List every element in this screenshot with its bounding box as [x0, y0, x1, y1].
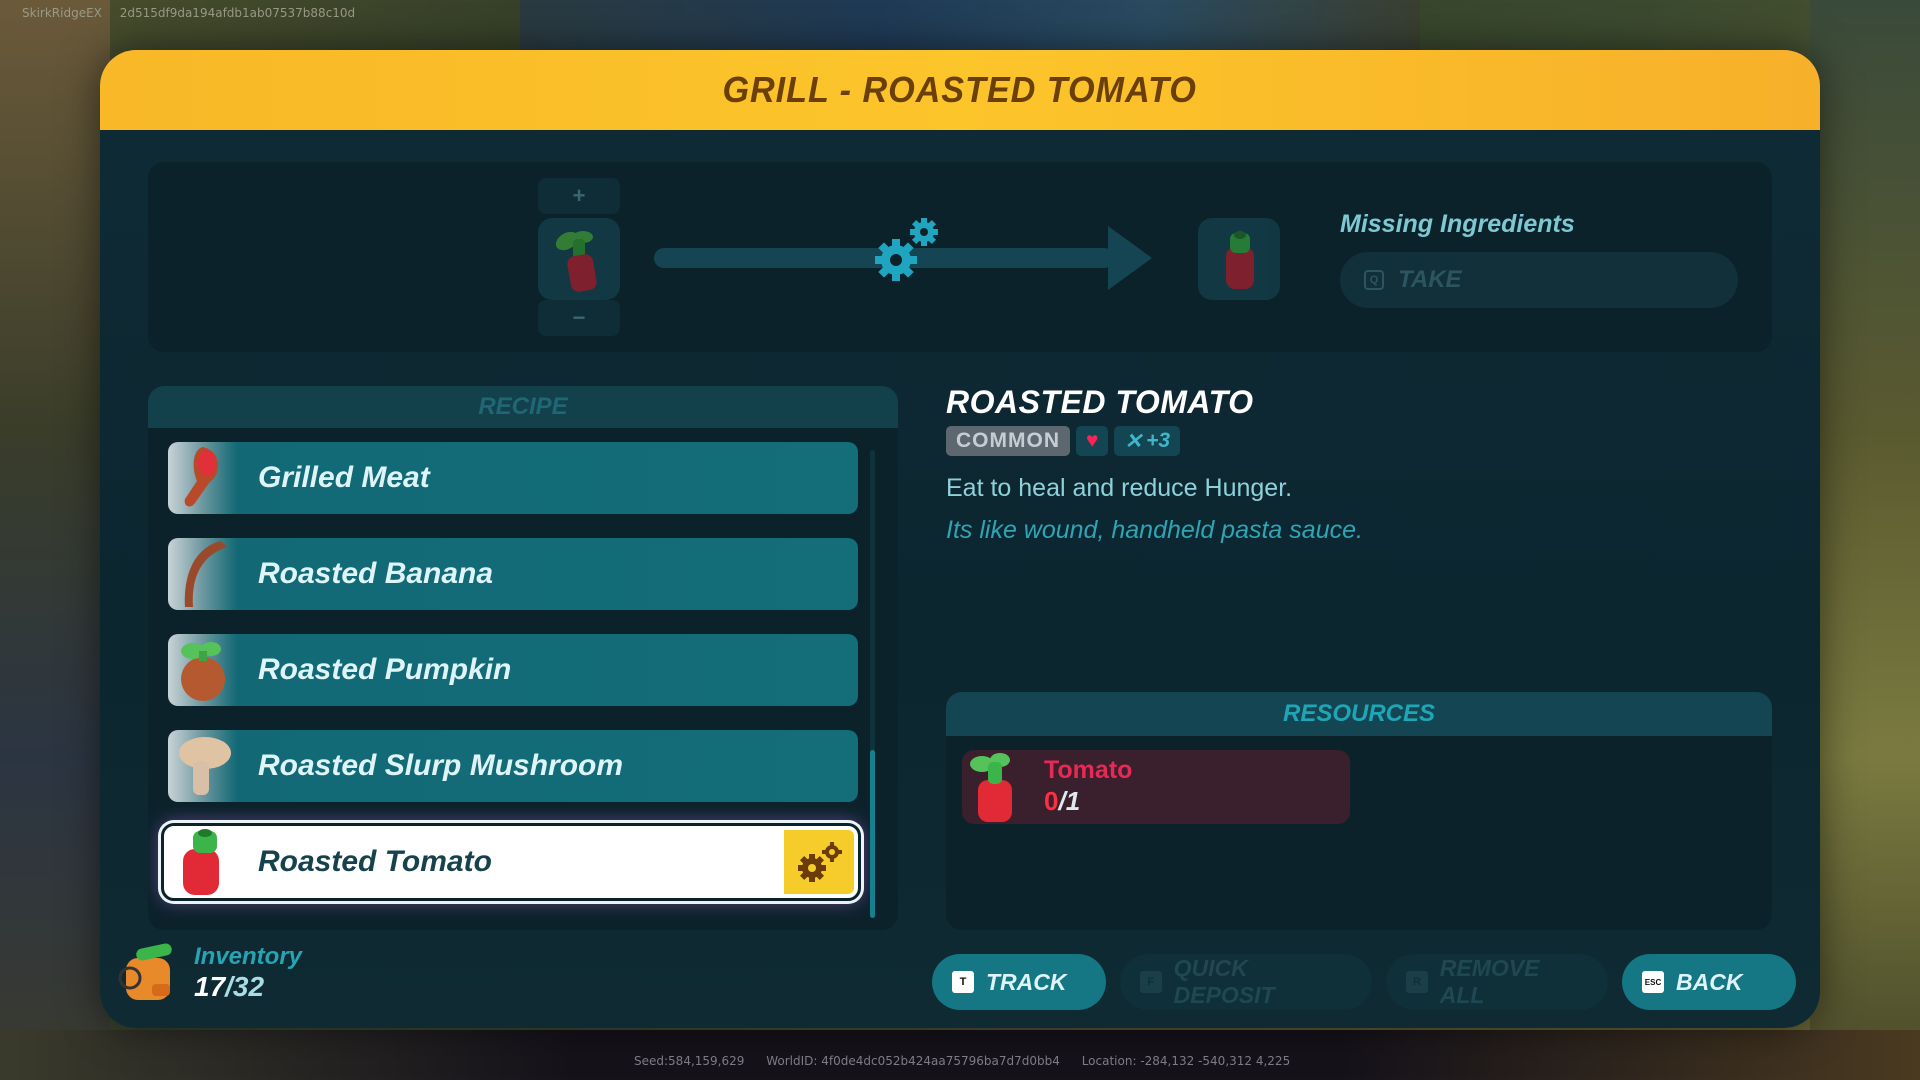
recipe-item-roasted-tomato[interactable]: Roasted Tomato — [161, 823, 861, 901]
recipe-item-label: Roasted Banana — [258, 557, 494, 590]
recipe-item-label: Grilled Meat — [258, 461, 430, 494]
inventory-max: /32 — [225, 971, 265, 1002]
action-buttons: T TRACK F QUICK DEPOSIT R REMOVE ALL ESC… — [932, 954, 1796, 1010]
debug-info-top: SkirkRidgeEX 2d515df9da194afdb1ab07537b8… — [22, 6, 369, 20]
remove-all-button[interactable]: R REMOVE ALL — [1386, 954, 1608, 1010]
output-slot — [1198, 218, 1280, 300]
debug-username: SkirkRidgeEX — [22, 6, 102, 20]
recipe-scroll-thumb[interactable] — [870, 750, 875, 918]
recipe-header: RECIPE — [148, 386, 898, 428]
back-label: BACK — [1676, 968, 1743, 995]
roasted-pumpkin-icon — [168, 634, 238, 706]
grilled-meat-icon — [168, 442, 238, 514]
background-right — [1810, 0, 1920, 1080]
decrease-quantity-button[interactable]: − — [538, 300, 620, 336]
item-badges: COMMON ♥ ✕ +3 — [946, 426, 1181, 456]
debug-world-id: WorldID: 4f0de4dc052b424aa75796ba7d7d0bb… — [766, 1054, 1060, 1068]
resource-need: /1 — [1058, 786, 1081, 816]
inventory-current: 17 — [194, 971, 226, 1002]
recipe-item-roasted-banana[interactable]: Roasted Banana — [168, 538, 858, 610]
recipe-item-label: Roasted Pumpkin — [258, 653, 512, 686]
food-bonus-value: +3 — [1146, 429, 1171, 452]
quick-deposit-button[interactable]: F QUICK DEPOSIT — [1120, 954, 1372, 1010]
debug-hash: 2d515df9da194afdb1ab07537b88c10d — [119, 6, 356, 20]
recipe-scrollbar[interactable] — [870, 450, 875, 918]
back-key-hint: ESC — [1642, 971, 1664, 993]
craft-preview-area: + − Missing Ingredients Q TAKE — [148, 162, 1772, 352]
recipe-item-label: Roasted Slurp Mushroom — [258, 749, 624, 782]
recipe-item-roasted-slurp-mushroom[interactable]: Roasted Slurp Mushroom — [168, 730, 858, 802]
arrow-icon — [1108, 226, 1152, 290]
inventory-status: Inventory 17/32 — [114, 938, 302, 1008]
track-label: TRACK — [986, 968, 1067, 995]
background-top — [520, 0, 1420, 55]
food-bonus-badge: ✕ +3 — [1114, 426, 1181, 456]
take-label: TAKE — [1398, 266, 1462, 293]
craftable-gears-icon — [784, 830, 854, 894]
recipe-item-grilled-meat[interactable]: Grilled Meat — [168, 442, 858, 514]
input-slot — [538, 218, 620, 300]
roasted-banana-icon — [168, 538, 238, 610]
remove-all-key-hint: R — [1406, 971, 1428, 993]
resources-header: RESOURCES — [946, 692, 1772, 736]
recipe-item-label: Roasted Tomato — [258, 845, 492, 878]
take-button[interactable]: Q TAKE — [1340, 252, 1738, 308]
item-title: ROASTED TOMATO — [946, 384, 1254, 420]
item-description: Eat to heal and reduce Hunger. — [946, 474, 1293, 502]
fork-knife-icon: ✕ — [1124, 429, 1143, 453]
inventory-label: Inventory — [194, 943, 303, 970]
background-left — [0, 0, 110, 1080]
recipe-item-roasted-pumpkin[interactable]: Roasted Pumpkin — [168, 634, 858, 706]
crafting-window: GRILL - ROASTED TOMATO + − Missing Ingre… — [100, 50, 1820, 1028]
remove-all-label: REMOVE ALL — [1439, 955, 1540, 1008]
increase-quantity-button[interactable]: + — [538, 178, 620, 214]
resource-have: 0 — [1044, 786, 1059, 816]
track-key-hint: T — [952, 971, 974, 993]
resource-count: 0/1 — [1044, 786, 1080, 817]
resource-item: Tomato 0/1 — [962, 750, 1350, 824]
backpack-icon — [114, 938, 184, 1008]
take-key-hint: Q — [1364, 270, 1384, 290]
debug-location: Location: -284,132 -540,312 4,225 — [1081, 1054, 1291, 1068]
window-title: GRILL - ROASTED TOMATO — [722, 69, 1198, 110]
heart-icon: ♥ — [1076, 426, 1109, 456]
inventory-count: 17/32 — [194, 971, 302, 1003]
tomato-icon — [962, 750, 1030, 824]
resources-panel: RESOURCES Tomato 0/1 — [946, 692, 1772, 930]
debug-info-bottom: Seed:584,159,629 WorldID: 4f0de4dc052b42… — [634, 1054, 1308, 1068]
title-bar: GRILL - ROASTED TOMATO — [100, 50, 1820, 130]
item-flavor-text: Its like wound, handheld pasta sauce. — [946, 516, 1363, 544]
quick-deposit-key-hint: F — [1140, 971, 1162, 993]
missing-ingredients-label: Missing Ingredients — [1340, 210, 1575, 238]
rarity-badge: COMMON — [946, 426, 1070, 456]
roasted-tomato-icon — [1226, 231, 1254, 289]
recipe-panel: RECIPE Grilled Meat Roasted Banana Roast… — [148, 386, 898, 930]
tomato-icon — [555, 231, 597, 292]
back-button[interactable]: ESC BACK — [1622, 954, 1796, 1010]
debug-seed: Seed:584,159,629 — [634, 1054, 745, 1068]
gears-icon — [875, 218, 938, 281]
recipe-list: Grilled Meat Roasted Banana Roasted Pump… — [161, 442, 861, 922]
track-button[interactable]: T TRACK — [932, 954, 1106, 1010]
resource-name: Tomato — [1044, 756, 1133, 784]
roasted-mushroom-icon — [168, 730, 238, 802]
quick-deposit-label: QUICK DEPOSIT — [1173, 955, 1275, 1008]
roasted-tomato-icon — [168, 826, 238, 898]
